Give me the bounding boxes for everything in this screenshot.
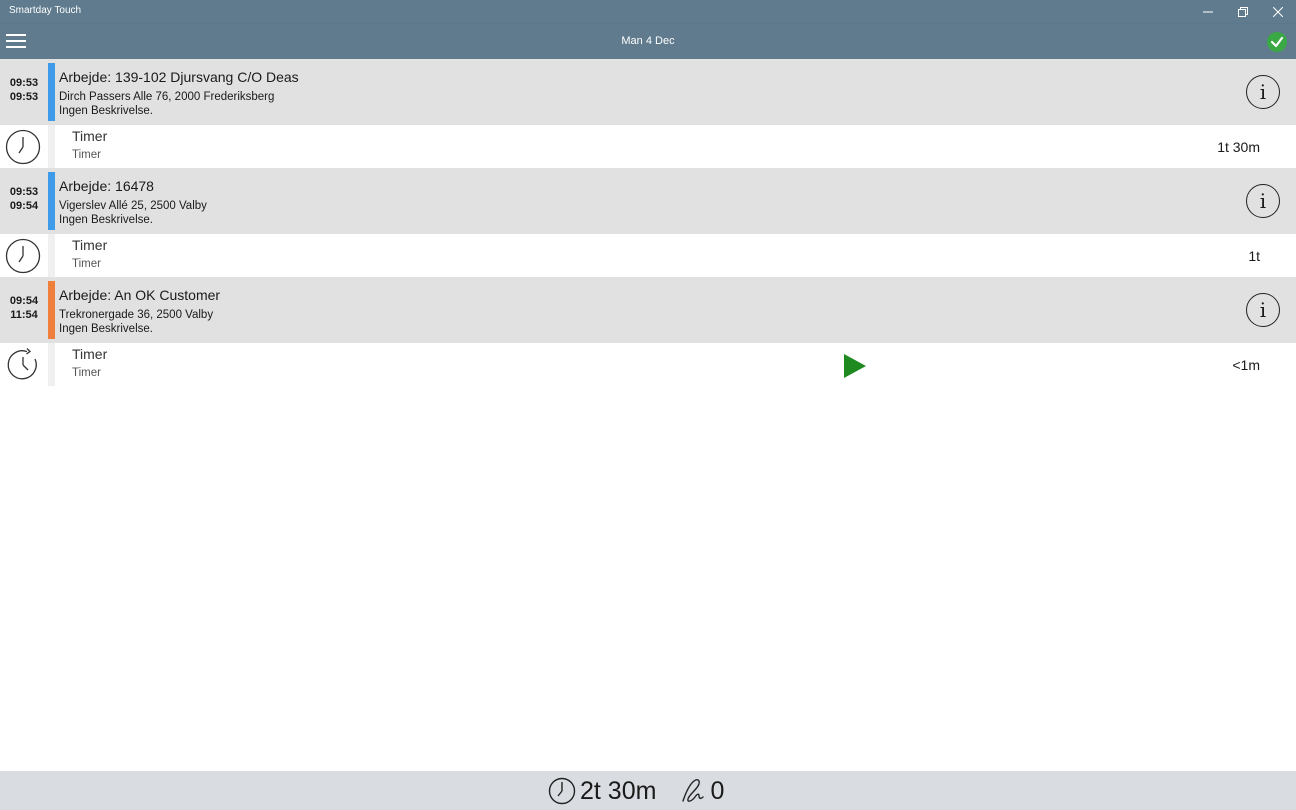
timer-sublabel: Timer: [72, 367, 101, 379]
restore-button[interactable]: [1225, 0, 1261, 24]
signature-icon: [682, 779, 705, 802]
info-icon[interactable]: i: [1246, 75, 1280, 109]
job-end-time: 11:54: [10, 309, 38, 321]
timer-row[interactable]: Timer Timer 1t: [0, 234, 1296, 277]
timer-label: Timer: [72, 128, 108, 144]
job-color-bar: [48, 281, 55, 339]
job-times: 09:54 11:54: [0, 294, 48, 322]
window-title: Smartday Touch: [9, 5, 82, 16]
job-start-time: 09:53: [9, 77, 39, 89]
job-title: Arbejde: 16478: [59, 178, 154, 194]
timer-duration: 1t: [1248, 248, 1260, 264]
close-icon: [1273, 7, 1283, 17]
timer-row[interactable]: Timer Timer <1m: [0, 343, 1296, 386]
total-duration: 2t 30m: [580, 776, 657, 805]
timer-sublabel: Timer: [72, 149, 101, 161]
timer-row[interactable]: Timer Timer 1t 30m: [0, 125, 1296, 168]
summary-footer: 2t 30m 0: [0, 771, 1296, 810]
job-address: Vigerslev Allé 25, 2500 Valby: [59, 200, 207, 212]
job-address: Dirch Passers Alle 76, 2000 Frederiksber…: [59, 91, 275, 103]
timer-label: Timer: [72, 237, 108, 253]
check-icon: [1270, 36, 1284, 48]
job-end-time: 09:53: [9, 91, 39, 103]
job-title: Arbejde: 139-102 Djursvang C/O Deas: [59, 69, 299, 85]
clock-icon: [548, 777, 576, 805]
job-color-bar: [48, 172, 55, 230]
job-row[interactable]: 09:53 09:53 Arbejde: 139-102 Djursvang C/O…: [0, 59, 1296, 125]
signature-count: 0: [710, 776, 725, 805]
job-row[interactable]: 09:53 09:54 Arbejde: 16478 Vigerslev Allé 2…: [0, 168, 1296, 234]
page-title: Man 4 Dec: [621, 35, 675, 47]
timer-separator: [48, 343, 55, 386]
play-icon[interactable]: [844, 354, 866, 378]
job-times: 09:53 09:53: [0, 76, 48, 104]
timer-running-icon: [7, 348, 37, 380]
job-end-time: 09:54: [9, 200, 39, 212]
timer-separator: [48, 234, 55, 277]
job-description: Ingen Beskrivelse.: [59, 214, 153, 226]
timer-duration: <1m: [1232, 357, 1260, 373]
minimize-button[interactable]: [1190, 0, 1226, 24]
restore-icon: [1238, 7, 1248, 17]
job-color-bar: [48, 63, 55, 121]
window-titlebar: Smartday Touch: [0, 0, 1296, 24]
job-description: Ingen Beskrivelse.: [59, 323, 153, 335]
info-icon[interactable]: i: [1246, 293, 1280, 327]
job-list: 09:53 09:53 Arbejde: 139-102 Djursvang C/O…: [0, 59, 1296, 386]
info-icon[interactable]: i: [1246, 184, 1280, 218]
timer-separator: [48, 125, 55, 168]
job-title: Arbejde: An OK Customer: [59, 287, 221, 303]
confirm-button[interactable]: [1267, 32, 1287, 52]
clock-icon: [5, 238, 41, 274]
app-header: Man 4 Dec: [0, 24, 1296, 59]
job-start-time: 09:53: [9, 186, 39, 198]
timer-sublabel: Timer: [72, 258, 101, 270]
job-row[interactable]: 09:54 11:54 Arbejde: An OK Customer Trekron…: [0, 277, 1296, 343]
job-description: Ingen Beskrivelse.: [59, 105, 153, 117]
timer-label: Timer: [72, 346, 108, 362]
job-start-time: 09:54: [9, 295, 39, 307]
close-button[interactable]: [1260, 0, 1296, 24]
job-address: Trekronergade 36, 2500 Valby: [59, 309, 214, 321]
minimize-icon: [1203, 11, 1213, 13]
timer-duration: 1t 30m: [1217, 139, 1260, 155]
job-times: 09:53 09:54: [0, 185, 48, 213]
clock-icon: [5, 129, 41, 165]
